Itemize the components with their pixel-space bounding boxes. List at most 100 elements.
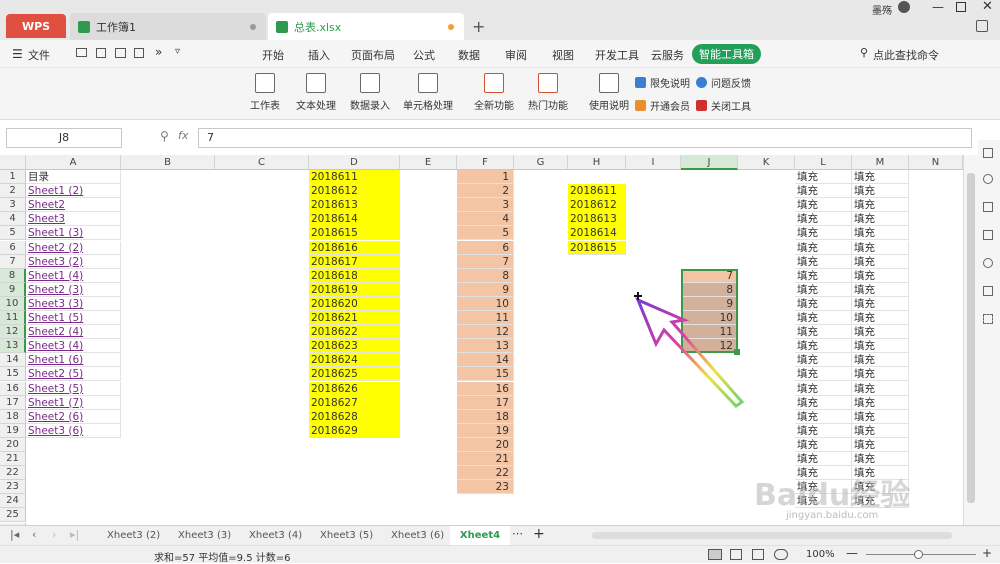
fill-cell[interactable]: 填充 xyxy=(852,198,909,213)
number-cell[interactable]: 23 xyxy=(457,480,514,495)
horizontal-scrollbar[interactable] xyxy=(592,532,952,539)
sheet-link[interactable]: Sheet3 (5) xyxy=(26,381,121,396)
number-cell[interactable]: 7 xyxy=(457,254,514,269)
number-cell[interactable]: 14 xyxy=(457,353,514,368)
sheet-tab-active[interactable]: Xheet4 xyxy=(450,526,510,546)
fill-cell[interactable]: 填充 xyxy=(852,409,909,424)
number-cell[interactable]: 8 xyxy=(457,268,514,283)
sheet-link[interactable]: Sheet1 (4) xyxy=(26,268,121,283)
zoom-in-icon[interactable]: + xyxy=(982,546,992,560)
add-sheet-icon[interactable]: + xyxy=(533,526,545,542)
menu-smart-toolbox[interactable]: 智能工具箱 xyxy=(692,44,761,64)
fill-cell[interactable]: 填充 xyxy=(852,170,909,184)
column-header[interactable]: N xyxy=(909,155,963,170)
sheet-link[interactable]: Sheet3 (3) xyxy=(26,296,121,311)
fill-cell[interactable]: 填充 xyxy=(852,311,909,325)
menu-page-layout[interactable]: 页面布局 xyxy=(351,47,395,63)
page-break-icon[interactable] xyxy=(752,549,764,560)
print-preview-icon[interactable] xyxy=(134,48,144,58)
sheet-link[interactable]: Sheet3 (2) xyxy=(26,254,121,269)
row-header[interactable]: 3 xyxy=(0,198,26,213)
sheet-link[interactable]: Sheet2 (2) xyxy=(26,240,121,255)
new-features-button[interactable]: 全新功能 xyxy=(474,73,514,112)
date-cell[interactable]: 2018612 xyxy=(568,198,626,213)
number-cell[interactable]: 18 xyxy=(457,409,514,424)
sheet-link[interactable]: Sheet2 xyxy=(26,198,121,213)
data-entry-button[interactable]: 数据录入 xyxy=(350,73,390,112)
number-cell[interactable]: 13 xyxy=(457,339,514,354)
sheet-link[interactable]: Sheet1 (2) xyxy=(26,184,121,199)
row-header[interactable]: 11 xyxy=(0,311,26,325)
menu-formula[interactable]: 公式 xyxy=(413,47,435,63)
save-icon[interactable] xyxy=(96,48,106,58)
fill-cell[interactable]: 填充 xyxy=(795,409,852,424)
eye-protection-icon[interactable] xyxy=(774,549,788,560)
row-header[interactable]: 6 xyxy=(0,240,26,255)
date-cell[interactable]: 2018615 xyxy=(568,240,626,255)
row-header[interactable]: 17 xyxy=(0,395,26,410)
date-cell[interactable]: 2018615 xyxy=(309,226,400,241)
date-cell[interactable]: 2018628 xyxy=(309,409,400,424)
column-header[interactable]: L xyxy=(795,155,852,170)
date-cell[interactable]: 2018617 xyxy=(309,254,400,269)
column-header[interactable]: A xyxy=(26,155,121,170)
fill-cell[interactable]: 填充 xyxy=(852,381,909,396)
row-header[interactable]: 2 xyxy=(0,184,26,199)
fill-cell[interactable]: 填充 xyxy=(795,395,852,410)
sheet-link[interactable]: Sheet2 (5) xyxy=(26,367,121,382)
last-sheet-icon[interactable]: ▸| xyxy=(70,528,79,541)
search-icon[interactable]: ⚲ xyxy=(860,46,868,59)
history-icon[interactable] xyxy=(983,258,993,268)
fill-cell[interactable]: 填充 xyxy=(795,226,852,241)
row-header[interactable]: 10 xyxy=(0,296,26,311)
fill-cell[interactable]: 填充 xyxy=(795,254,852,269)
number-cell[interactable]: 21 xyxy=(457,452,514,466)
close-tool-button[interactable]: 关闭工具 xyxy=(696,98,751,113)
next-sheet-icon[interactable]: › xyxy=(52,528,56,541)
usage-guide-button[interactable]: 使用说明 xyxy=(589,73,629,112)
hamburger-icon[interactable]: ☰ xyxy=(12,47,23,61)
zoom-level[interactable]: 100% xyxy=(806,549,835,560)
number-cell[interactable]: 22 xyxy=(457,466,514,481)
scroll-thumb[interactable] xyxy=(967,173,975,503)
sheet-link[interactable]: Sheet1 (6) xyxy=(26,353,121,368)
column-header[interactable]: J xyxy=(681,155,738,170)
command-search[interactable]: 点此查找命令 xyxy=(873,47,939,63)
sheet-link[interactable]: Sheet1 (5) xyxy=(26,311,121,325)
row-header[interactable]: 23 xyxy=(0,480,26,495)
menu-insert[interactable]: 插入 xyxy=(308,47,330,63)
fx-icon[interactable]: fx xyxy=(178,129,188,142)
column-header[interactable]: M xyxy=(852,155,909,170)
cell-processing-button[interactable]: 单元格处理 xyxy=(403,73,453,112)
prev-sheet-icon[interactable]: ‹ xyxy=(32,528,36,541)
sheet-link[interactable]: Sheet2 (4) xyxy=(26,325,121,340)
sheet-tab[interactable]: Xheet3 (4) xyxy=(249,530,302,541)
zoom-slider-thumb[interactable] xyxy=(914,550,923,559)
customize-icon[interactable]: ▿ xyxy=(175,46,180,57)
page-layout-icon[interactable] xyxy=(730,549,742,560)
row-header[interactable]: 20 xyxy=(0,437,26,452)
sheet-link[interactable]: Sheet2 (3) xyxy=(26,282,121,297)
sheet-tab[interactable]: Xheet3 (3) xyxy=(178,530,231,541)
menu-data[interactable]: 数据 xyxy=(458,47,480,63)
row-header[interactable]: 7 xyxy=(0,254,26,269)
number-cell[interactable]: 10 xyxy=(457,296,514,311)
tab-workbook1[interactable]: 工作簿1 xyxy=(70,13,266,40)
date-cell[interactable]: 2018613 xyxy=(568,212,626,227)
date-cell[interactable]: 2018612 xyxy=(309,184,400,199)
number-cell[interactable]: 19 xyxy=(457,423,514,438)
fill-cell[interactable]: 填充 xyxy=(852,282,909,297)
fill-cell[interactable]: 填充 xyxy=(795,282,852,297)
file-menu[interactable]: 文件 xyxy=(28,47,50,63)
menu-cloud[interactable]: 云服务 xyxy=(651,47,684,63)
fill-cell[interactable]: 填充 xyxy=(852,226,909,241)
open-folder-icon[interactable] xyxy=(76,48,87,57)
hot-features-button[interactable]: 热门功能 xyxy=(528,73,568,112)
row-header[interactable]: 5 xyxy=(0,226,26,241)
toc-title[interactable]: 目录 xyxy=(26,170,121,184)
row-header[interactable]: 4 xyxy=(0,212,26,227)
new-tab-button[interactable]: + xyxy=(472,17,485,36)
vip-button[interactable]: 开通会员 xyxy=(635,98,690,113)
date-cell[interactable]: 2018614 xyxy=(568,226,626,241)
fill-cell[interactable]: 填充 xyxy=(795,325,852,340)
